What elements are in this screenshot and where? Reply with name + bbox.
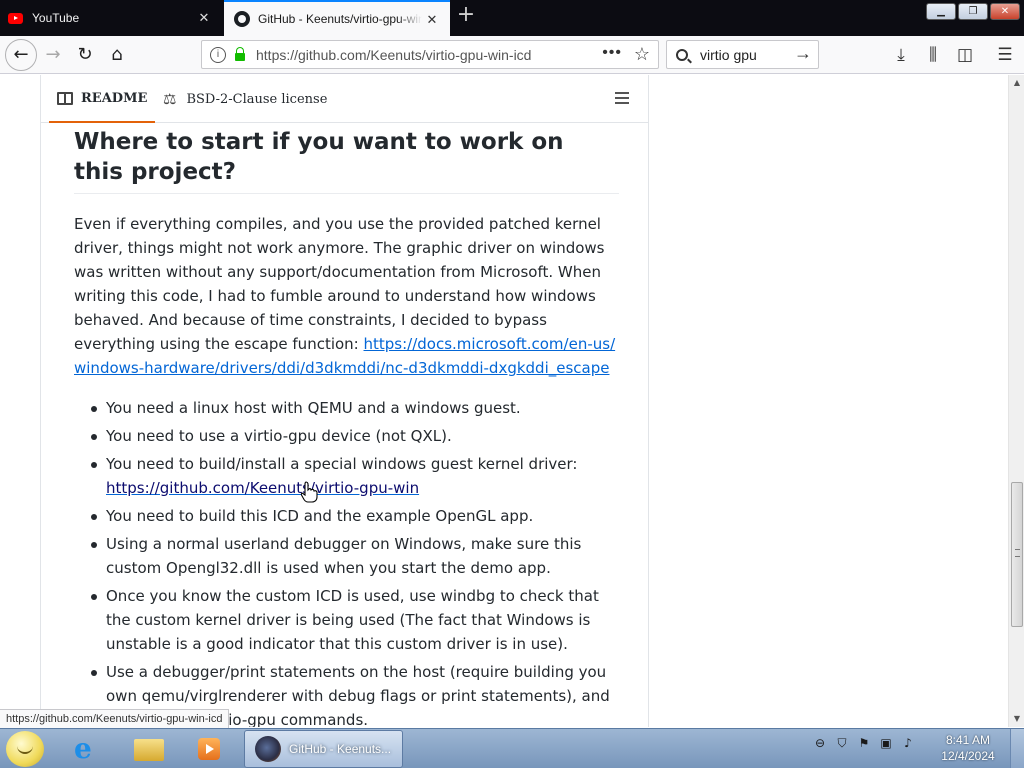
status-url-tooltip: https://github.com/Keenuts/virtio-gpu-wi… — [0, 709, 230, 728]
readme-body: Where to start if you want to work on th… — [74, 127, 619, 727]
home-button[interactable]: ⌂ — [102, 40, 132, 70]
close-icon[interactable]: ✕ — [196, 10, 212, 26]
window-close-button[interactable]: ✕ — [990, 3, 1020, 20]
tab-youtube[interactable]: YouTube ✕ — [0, 0, 222, 36]
list-item: You need a linux host with QEMU and a wi… — [74, 396, 619, 420]
reload-button[interactable]: ↻ — [70, 40, 100, 70]
taskbar-task-label: GitHub - Keenuts... — [289, 742, 392, 756]
flag-icon[interactable]: ⚑ — [856, 735, 872, 751]
network-icon[interactable]: ▣ — [878, 735, 894, 751]
youtube-icon — [8, 12, 23, 24]
navigation-bar: ← → ↻ ⌂ i https://github.com/Keenuts/vir… — [0, 36, 1024, 74]
tab-title: GitHub - Keenuts/virtio-gpu-win-icd — [258, 12, 422, 26]
minimize-button[interactable]: ▁ — [926, 3, 956, 20]
scrollbar-thumb[interactable] — [1011, 482, 1023, 627]
sidebar-icon[interactable]: ◫ — [952, 42, 978, 68]
scale-icon: ⚖ — [163, 90, 177, 108]
library-icon[interactable]: ⫼ — [920, 42, 946, 68]
info-icon[interactable]: i — [210, 46, 226, 63]
new-tab-button[interactable]: + — [454, 4, 478, 28]
readme-container: README ⚖ BSD-2-Clause license Where to s… — [40, 75, 649, 727]
scroll-up-icon[interactable]: ▲ — [1009, 75, 1024, 91]
bookmark-star-icon[interactable]: ☆ — [634, 44, 650, 65]
hand-cursor-icon — [300, 481, 318, 503]
window-controls: ▁ ❐ ✕ — [926, 3, 1020, 20]
scroll-down-icon[interactable]: ▼ — [1009, 711, 1024, 727]
download-icon[interactable]: ⤓ — [888, 42, 914, 68]
file-explorer-icon[interactable] — [122, 731, 172, 767]
menu-icon[interactable]: ☰ — [992, 42, 1018, 68]
driver-repo-link[interactable]: https://github.com/Keenuts/virtio-gpu-wi… — [106, 479, 419, 497]
media-player-icon[interactable] — [182, 731, 232, 767]
section-heading: Where to start if you want to work on th… — [74, 127, 619, 194]
tab-title: YouTube — [32, 11, 80, 25]
search-go-icon[interactable]: → — [794, 43, 812, 64]
taskbar-firefox-task[interactable]: GitHub - Keenuts... — [244, 730, 403, 768]
tab-license-label: BSD-2-Clause license — [186, 91, 328, 107]
intro-text: Even if everything compiles, and you use… — [74, 215, 605, 353]
intro-paragraph: Even if everything compiles, and you use… — [74, 212, 619, 380]
list-item: Using a normal userland debugger on Wind… — [74, 532, 619, 580]
clock[interactable]: 8:41 AM 12/4/2024 — [932, 732, 1004, 764]
github-icon — [234, 11, 250, 27]
tab-readme-label: README — [81, 90, 148, 106]
list-item-text: You need to build this ICD and the examp… — [106, 507, 534, 525]
table-of-contents-icon[interactable] — [615, 92, 629, 104]
show-desktop-button[interactable] — [1010, 729, 1024, 768]
system-tray: ⊖ ⛉ ⚑ ▣ ♪ — [812, 735, 916, 751]
list-item: Once you know the custom ICD is used, us… — [74, 584, 619, 656]
list-item-text: You need to use a virtio-gpu device (not… — [106, 427, 452, 445]
tab-strip: YouTube ✕ GitHub - Keenuts/virtio-gpu-wi… — [0, 0, 1024, 36]
firefox-icon — [255, 736, 281, 762]
list-item: You need to use a virtio-gpu device (not… — [74, 424, 619, 448]
back-button[interactable]: ← — [5, 39, 37, 71]
lock-icon[interactable] — [235, 47, 245, 61]
maximize-button[interactable]: ❐ — [958, 3, 988, 20]
tab-github[interactable]: GitHub - Keenuts/virtio-gpu-win-icd ✕ — [224, 0, 450, 36]
vertical-scrollbar[interactable]: ▲ ▼ — [1008, 75, 1024, 727]
clock-date: 12/4/2024 — [941, 749, 995, 763]
search-input[interactable]: virtio gpu — [700, 47, 757, 63]
minus-icon[interactable]: ⊖ — [812, 735, 828, 751]
taskbar: e GitHub - Keenuts... ⊖ ⛉ ⚑ ▣ ♪ 8:41 AM … — [0, 728, 1024, 768]
steps-list: You need a linux host with QEMU and a wi… — [74, 396, 619, 727]
url-text[interactable]: https://github.com/Keenuts/virtio-gpu-wi… — [256, 47, 531, 63]
list-item: You need to build this ICD and the examp… — [74, 504, 619, 528]
page-actions-button[interactable]: ••• — [602, 44, 622, 62]
list-item-text: You need to build/install a special wind… — [106, 455, 578, 473]
list-item: You need to build/install a special wind… — [74, 452, 619, 500]
forward-button[interactable]: → — [38, 40, 68, 70]
start-button[interactable] — [6, 731, 44, 767]
search-box[interactable]: virtio gpu → — [666, 40, 819, 69]
book-icon — [57, 91, 73, 105]
scrollbar-grip — [1015, 549, 1020, 557]
security-shield-icon[interactable]: ⛉ — [834, 735, 850, 751]
close-icon[interactable]: ✕ — [424, 12, 440, 28]
clock-time: 8:41 AM — [945, 733, 991, 747]
list-item-text: You need a linux host with QEMU and a wi… — [106, 399, 521, 417]
address-bar[interactable]: i https://github.com/Keenuts/virtio-gpu-… — [201, 40, 659, 69]
volume-icon[interactable]: ♪ — [900, 735, 916, 751]
list-item-text: Once you know the custom ICD is used, us… — [106, 587, 599, 653]
internet-explorer-icon[interactable]: e — [62, 731, 112, 767]
page-viewport: README ⚖ BSD-2-Clause license Where to s… — [0, 75, 1008, 727]
tab-license[interactable]: ⚖ BSD-2-Clause license — [163, 75, 327, 123]
search-icon — [676, 48, 688, 61]
tab-readme[interactable]: README — [49, 75, 156, 123]
list-item-text: Using a normal userland debugger on Wind… — [106, 535, 582, 577]
readme-tabs: README ⚖ BSD-2-Clause license — [41, 75, 648, 123]
